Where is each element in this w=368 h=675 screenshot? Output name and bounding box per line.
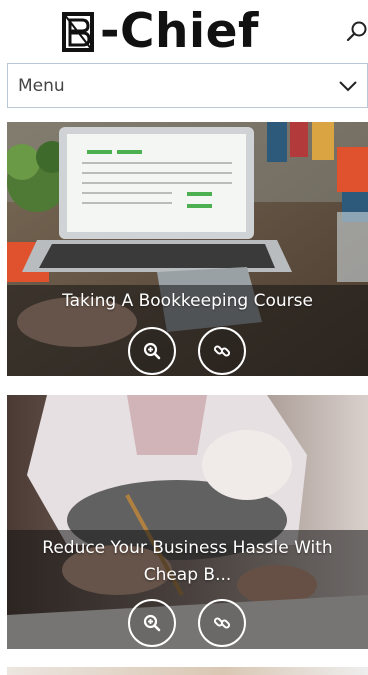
site-header: -Chief <box>0 0 368 62</box>
link-icon <box>213 345 231 357</box>
menu-label: Menu <box>18 75 65 96</box>
search-icon[interactable] <box>346 20 368 42</box>
link-button[interactable] <box>198 599 246 647</box>
post-card[interactable]: Reduce Your Business Hassle With Cheap B… <box>7 395 368 649</box>
zoom-in-icon <box>143 614 161 632</box>
post-title[interactable]: Reduce Your Business Hassle With Cheap B… <box>7 535 368 589</box>
link-button[interactable] <box>198 327 246 375</box>
site-logo[interactable]: -Chief <box>62 4 259 60</box>
post-card[interactable]: Taking A Bookkeeping Course <box>7 122 368 376</box>
zoom-button[interactable] <box>128 327 176 375</box>
link-icon <box>213 617 231 629</box>
post-title[interactable]: Taking A Bookkeeping Course <box>7 288 368 315</box>
logo-text: -Chief <box>100 4 259 59</box>
zoom-button[interactable] <box>128 599 176 647</box>
logo-mark-icon <box>62 12 94 52</box>
post-card[interactable] <box>7 667 368 675</box>
zoom-in-icon <box>143 342 161 360</box>
chevron-down-icon <box>339 81 357 92</box>
menu-dropdown[interactable]: Menu <box>7 63 368 108</box>
